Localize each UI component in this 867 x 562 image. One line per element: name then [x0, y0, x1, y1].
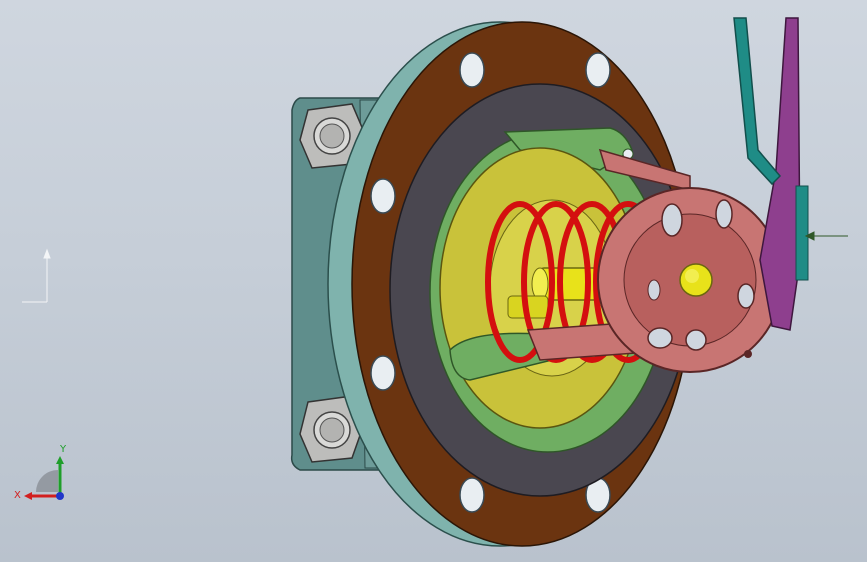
y-axis-label: Y [59, 444, 67, 455]
handwheel[interactable] [597, 187, 783, 373]
x-axis-label: X [14, 490, 21, 501]
direction-arrow [804, 231, 848, 241]
valve-model[interactable] [0, 0, 867, 562]
reference-axes [22, 248, 51, 303]
z-axis-icon [56, 492, 64, 500]
lever-teal-arm [733, 17, 782, 186]
cad-viewport[interactable]: Y X [0, 0, 867, 562]
orientation-triad: Y X [14, 444, 67, 501]
